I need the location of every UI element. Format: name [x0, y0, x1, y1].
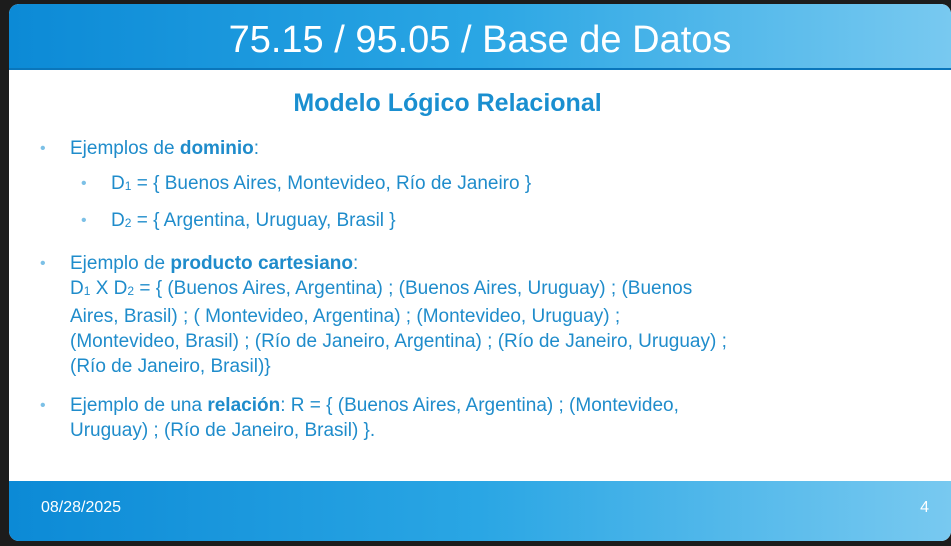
slide-title: 75.15 / 95.05 / Base de Datos: [228, 19, 732, 61]
bullet-icon: •: [40, 140, 46, 157]
bullet-relacion: • Ejemplo de una relación: R = { (Buenos…: [37, 393, 857, 443]
product-line-2: Aires, Brasil) ; ( Montevideo, Argentina…: [70, 306, 621, 327]
domain-values: = { Argentina, Uruguay, Brasil }: [131, 210, 396, 231]
domain-letter: D: [70, 278, 84, 299]
bullet-producto-cartesiano: • Ejemplo de producto cartesiano: D1 X D…: [37, 251, 857, 379]
bullet-prefix: Ejemplos de: [70, 138, 180, 159]
domain-values: = { Buenos Aires, Montevideo, Río de Jan…: [131, 173, 532, 194]
bullet-icon: •: [40, 255, 46, 272]
bullet-bold: dominio: [179, 138, 254, 159]
slide-subtitle: Modelo Lógico Relacional: [293, 89, 602, 117]
product-text: = { (Buenos Aires, Argentina) ; (Buenos …: [134, 278, 693, 299]
bullet-icon: •: [40, 397, 46, 414]
footer-date: 08/28/2025: [41, 499, 122, 516]
bullet-prefix: Ejemplo de: [70, 253, 171, 274]
product-line-1: D1 X D2 = { (Buenos Aires, Argentina) ; …: [70, 276, 857, 304]
domain-letter: D: [111, 210, 125, 231]
bullet-heading: Ejemplo de producto cartesiano:: [70, 251, 857, 276]
slide: 75.15 / 95.05 / Base de Datos Modelo Lóg…: [9, 4, 951, 541]
product-operator: X D: [90, 278, 128, 299]
product-line-3: (Montevideo, Brasil) ; (Río de Janeiro, …: [70, 331, 727, 352]
bullet-suffix: :: [253, 138, 260, 159]
relation-text: : R = { (Buenos Aires, Argentina) ; (Mon…: [280, 395, 679, 416]
slide-footer: 08/28/2025 4: [9, 481, 951, 541]
slide-content: • Ejemplos de dominio: • D1 = { Buenos A…: [37, 136, 857, 443]
slide-header: 75.15 / 95.05 / Base de Datos: [9, 4, 951, 70]
sub-bullet-d1: • D1 = { Buenos Aires, Montevideo, Río d…: [37, 171, 857, 199]
product-line-4: (Río de Janeiro, Brasil)}: [70, 356, 271, 377]
relation-line-1: Ejemplo de una relación: R = { (Buenos A…: [70, 393, 857, 418]
domain-letter: D: [111, 173, 125, 194]
bullet-icon: •: [81, 212, 87, 229]
bullet-bold: relación: [207, 395, 281, 416]
bullet-dominio: • Ejemplos de dominio:: [37, 136, 857, 161]
sub-bullet-d2: • D2 = { Argentina, Uruguay, Brasil }: [37, 208, 857, 236]
bullet-icon: •: [81, 175, 87, 192]
bullet-bold: producto cartesiano: [170, 253, 353, 274]
relation-line-2: Uruguay) ; (Río de Janeiro, Brasil) }.: [70, 420, 376, 441]
bullet-suffix: :: [353, 253, 359, 274]
page-number: 4: [920, 499, 929, 516]
bullet-prefix: Ejemplo de una: [70, 395, 208, 416]
